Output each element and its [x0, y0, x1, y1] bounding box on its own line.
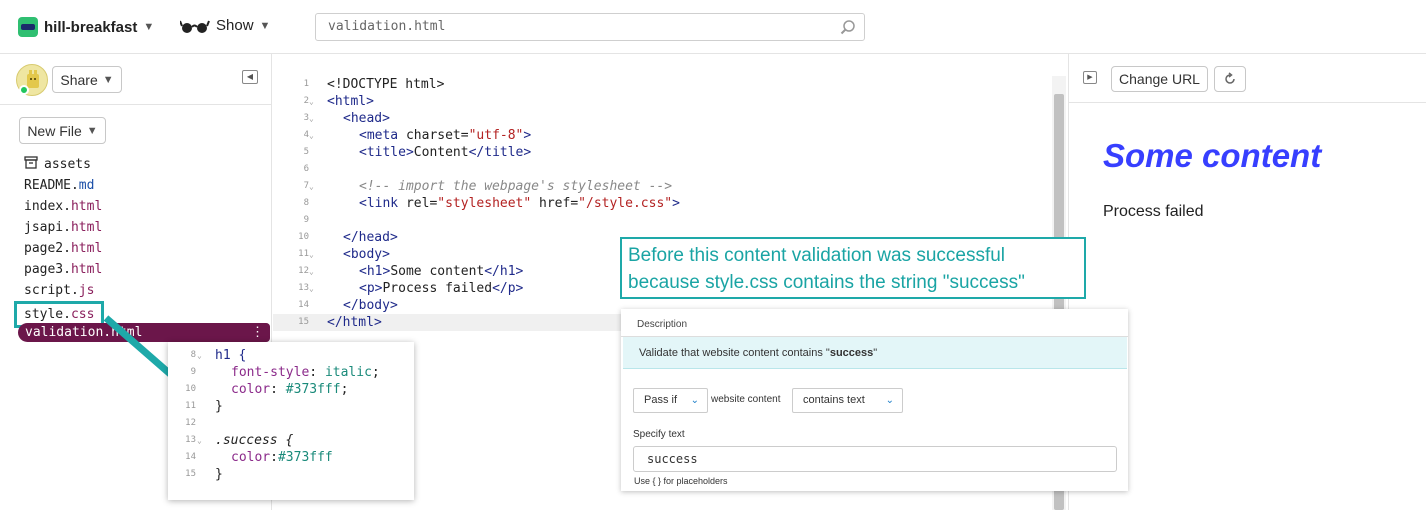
- divider: [0, 104, 272, 105]
- file-search-input[interactable]: validation.html: [315, 13, 865, 41]
- code-line: 7 ⌄ <!-- import the webpage's stylesheet -…: [303, 179, 673, 194]
- code-line: 10 color: #373fff;: [185, 382, 349, 397]
- top-bar: hill-breakfast ▼ Show ▼ validation.html: [0, 0, 1426, 54]
- file-item-index[interactable]: index.html: [24, 196, 102, 217]
- style-css-snippet: 8 ⌄ h1 { 9 font-style: italic; 10 color: #37…: [168, 342, 414, 500]
- file-base: index.: [24, 199, 71, 214]
- change-url-button[interactable]: Change URL: [1111, 66, 1208, 92]
- project-name: hill-breakfast: [44, 18, 138, 36]
- chevron-down-icon: ⌄: [885, 395, 894, 406]
- show-menu[interactable]: Show ▼: [180, 17, 270, 34]
- file-ext: html: [70, 199, 103, 214]
- callout-line-1: Before this content validation was succe…: [628, 245, 1006, 266]
- description-label: Description: [637, 319, 688, 330]
- file-ext: html: [70, 220, 103, 235]
- code-line: 9 font-style: italic;: [190, 365, 380, 380]
- code-line: 5 <title>Content</title>: [303, 145, 532, 160]
- folder-item-assets[interactable]: assets: [24, 154, 91, 175]
- condition-select[interactable]: Pass if ⌄: [633, 388, 708, 413]
- chevron-down-icon: ▼: [102, 73, 114, 86]
- share-button[interactable]: Share ▼: [52, 66, 122, 93]
- share-label: Share: [60, 71, 98, 88]
- code-line: 6: [303, 164, 309, 174]
- code-line: 4 ⌄ <meta charset="utf-8">: [303, 128, 532, 143]
- code-line: 8 <link rel="stylesheet" href="/style.css…: [303, 196, 680, 211]
- file-ext: md: [78, 178, 95, 193]
- glasses-icon: [180, 20, 210, 33]
- file-base: jsapi.: [24, 220, 71, 235]
- preview-heading: Some content: [1103, 137, 1322, 174]
- search-icon[interactable]: [840, 19, 856, 35]
- file-ext: html: [70, 262, 103, 277]
- annotation-callout: Before this content validation was succe…: [620, 237, 1086, 299]
- chevron-down-icon: ▼: [259, 19, 271, 32]
- specify-text-input[interactable]: success: [633, 446, 1117, 472]
- file-item-page3[interactable]: page3.html: [24, 259, 102, 280]
- file-base: page3.: [24, 262, 71, 277]
- file-item-readme[interactable]: README.md: [24, 175, 94, 196]
- refresh-icon: [1225, 72, 1235, 84]
- chevron-down-icon: ▼: [143, 21, 155, 33]
- chevron-down-icon: ▼: [86, 124, 98, 137]
- code-line: 1 <!DOCTYPE html>: [303, 77, 445, 92]
- file-base: README.: [24, 178, 79, 193]
- code-line: 8 ⌄ h1 {: [190, 348, 247, 363]
- file-item-script[interactable]: script.js: [24, 280, 94, 301]
- description-keyword: success: [829, 347, 874, 359]
- file-base: script.: [24, 283, 79, 298]
- file-name: assets: [44, 157, 91, 172]
- search-value: validation.html: [328, 19, 446, 34]
- new-file-label: New File: [27, 122, 82, 139]
- file-base: page2.: [24, 241, 71, 256]
- file-item-page2[interactable]: page2.html: [24, 238, 102, 259]
- specify-text-label: Specify text: [633, 429, 685, 440]
- description-text: Validate that website content contains "…: [623, 337, 1127, 369]
- placeholder-hint: Use { } for placeholders: [634, 476, 728, 486]
- project-menu[interactable]: hill-breakfast ▼: [18, 17, 154, 37]
- preview-paragraph: Process failed: [1103, 203, 1204, 220]
- refresh-button[interactable]: [1214, 66, 1246, 92]
- folder-archive-icon: [24, 156, 38, 169]
- code-line: 9: [303, 215, 309, 225]
- chevron-down-icon: ⌄: [690, 395, 699, 406]
- subject-label: website content: [711, 394, 781, 405]
- code-line: 13 ⌄ .success {: [185, 433, 294, 448]
- code-line: 12: [185, 418, 196, 428]
- project-logo-icon: [18, 17, 38, 37]
- code-line: 14 color:#373fff: [185, 450, 333, 465]
- file-ext: css: [70, 307, 95, 322]
- play-icon[interactable]: ▶: [1083, 71, 1097, 84]
- validation-panel: Description Validate that website conten…: [621, 309, 1128, 491]
- show-label: Show: [216, 17, 254, 34]
- file-base: style.: [24, 307, 71, 322]
- more-options-icon[interactable]: ⋮: [251, 323, 264, 342]
- file-ext: html: [70, 241, 103, 256]
- file-item-jsapi[interactable]: jsapi.html: [24, 217, 102, 238]
- code-line: 15}: [185, 467, 223, 482]
- code-line: 3 ⌄ <head>: [303, 111, 390, 126]
- collapse-sidebar-icon[interactable]: ◀: [242, 70, 258, 84]
- file-ext: js: [78, 283, 95, 298]
- change-url-label: Change URL: [1119, 71, 1200, 87]
- code-line: 11}: [185, 399, 223, 414]
- online-status-icon: [19, 85, 29, 95]
- operator-select[interactable]: contains text ⌄: [792, 388, 903, 413]
- new-file-button[interactable]: New File ▼: [19, 117, 106, 144]
- code-line: 2 ⌄ <html>: [303, 94, 374, 109]
- preview-toolbar: ▶ Change URL: [1069, 54, 1426, 103]
- callout-line-2: because style.css contains the string "s…: [628, 272, 1025, 293]
